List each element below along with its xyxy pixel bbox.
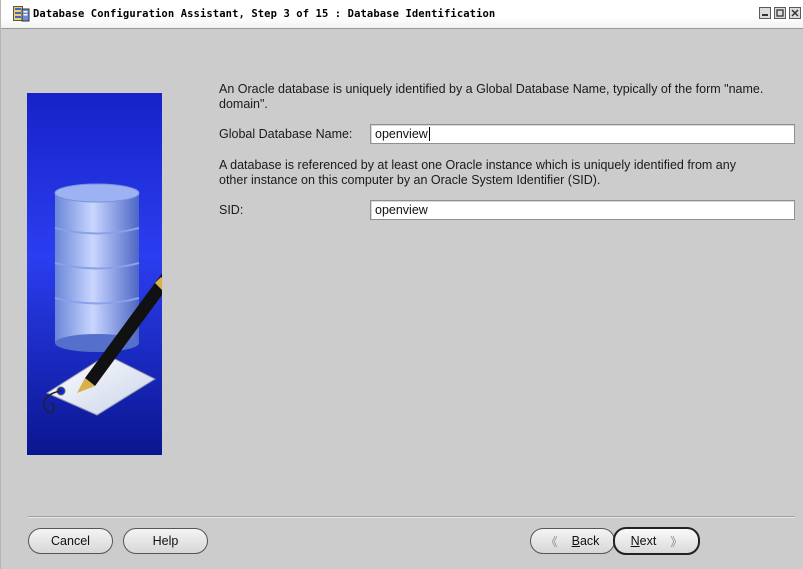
global-db-name-value: openview [375, 127, 428, 141]
intro-text-line-1: An Oracle database is uniquely identifie… [219, 82, 764, 96]
window-title: Database Configuration Assistant, Step 3… [33, 8, 496, 20]
sid-intro-line-1: A database is referenced by at least one… [219, 158, 736, 172]
cancel-button[interactable]: Cancel [28, 528, 113, 554]
title-bar[interactable]: Database Configuration Assistant, Step 3… [1, 0, 803, 29]
app-icon [13, 6, 30, 22]
wizard-illustration [27, 93, 162, 455]
dbca-window: Database Configuration Assistant, Step 3… [0, 0, 803, 569]
sid-intro-text: A database is referenced by at least one… [219, 158, 799, 188]
next-button[interactable]: Next 》 [613, 527, 700, 555]
help-button[interactable]: Help [123, 528, 208, 554]
button-separator [28, 516, 795, 518]
back-button[interactable]: 《 Back [530, 528, 615, 554]
text-caret [429, 127, 430, 141]
intro-text: An Oracle database is uniquely identifie… [219, 82, 799, 112]
help-label: Help [152, 534, 179, 548]
global-db-name-label: Global Database Name: [219, 127, 353, 141]
chevron-right-icon: 》 [670, 534, 683, 549]
chevron-left-icon: 《 [545, 534, 558, 549]
sid-intro-line-2: other instance on this computer by an Or… [219, 173, 601, 187]
sid-input[interactable]: openview [370, 200, 795, 220]
back-label: Back [571, 534, 600, 548]
global-db-name-input[interactable]: openview [370, 124, 795, 144]
close-icon[interactable] [789, 7, 801, 19]
sid-value: openview [375, 203, 428, 217]
next-label: Next [630, 534, 657, 548]
sid-label: SID: [219, 203, 244, 217]
minimize-icon[interactable] [759, 7, 771, 19]
cancel-label: Cancel [51, 534, 90, 548]
intro-text-line-2: domain". [219, 97, 268, 111]
maximize-icon[interactable] [774, 7, 786, 19]
